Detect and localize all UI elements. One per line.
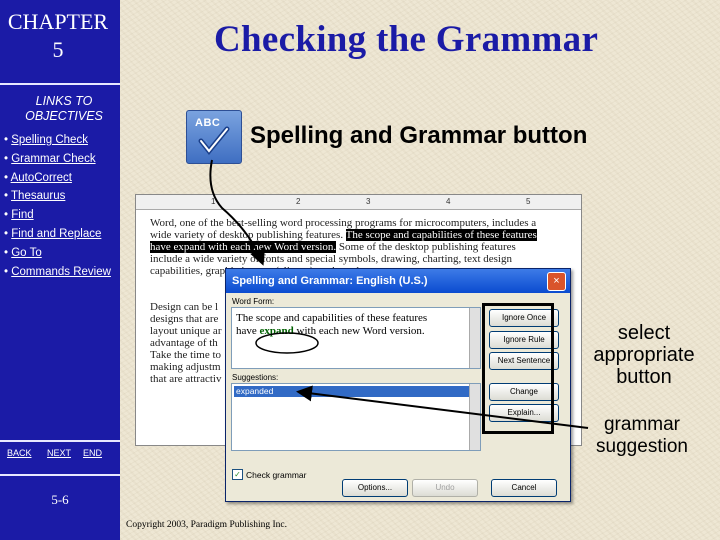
- sidebar-item-label: Spelling Check: [11, 134, 88, 146]
- sidebar-item-find[interactable]: • Find: [4, 206, 111, 225]
- button-caption: Spelling and Grammar button: [250, 122, 588, 149]
- word-form-label: Word Form:: [232, 297, 275, 306]
- close-icon[interactable]: ×: [547, 272, 566, 291]
- sidebar-item-autocorrect[interactable]: • AutoCorrect: [4, 169, 111, 188]
- chapter-number: 5: [52, 37, 64, 62]
- sidebar-item-label: Thesaurus: [11, 190, 66, 203]
- next-button[interactable]: NEXT: [47, 448, 71, 458]
- doc-line: Word, one of the best-selling word proce…: [150, 217, 537, 229]
- links-title: LINKS TO OBJECTIVES: [0, 94, 128, 124]
- page-number: 5-6: [51, 492, 69, 507]
- sidebar-item-thesaurus[interactable]: • Thesaurus: [4, 187, 111, 206]
- sidebar-item-label: Commands Review: [11, 265, 111, 278]
- word-form-textbox[interactable]: The scope and capabilities of these feat…: [231, 307, 481, 369]
- sidebar-item-find-and-replace[interactable]: • Find and Replace: [4, 225, 111, 244]
- buttons-callout-box: [482, 303, 554, 434]
- note-line: button: [616, 366, 672, 388]
- select-button-note: select appropriate button: [580, 322, 708, 388]
- suggestions-list[interactable]: expanded: [231, 383, 481, 451]
- note-line: select: [617, 322, 671, 344]
- sidebar-item-label: AutoCorrect: [10, 171, 72, 184]
- suggestions-scrollbar[interactable]: [469, 384, 480, 450]
- links-title-line1: LINKS TO: [35, 94, 93, 108]
- ruler-tick: 3: [366, 197, 371, 206]
- flagged-word-circle: [255, 332, 319, 354]
- sidebar-item-label: Grammar Check: [11, 152, 96, 165]
- chapter-word: CHAPTER: [7, 9, 109, 34]
- copyright: Copyright 2003, Paradigm Publishing Inc.: [126, 520, 287, 530]
- sidebar-item-commands-review[interactable]: • Commands Review: [4, 263, 111, 282]
- highlighted-sentence: The scope and capabilities of these feat…: [345, 229, 537, 241]
- suggestion-item[interactable]: expanded: [234, 386, 472, 397]
- note-line: suggestion: [596, 436, 688, 457]
- doc-line: wide variety of desktop publishing featu…: [150, 229, 537, 241]
- undo-button[interactable]: Undo: [412, 479, 478, 497]
- dialog-title: Spelling and Grammar: English (U.S.): [226, 269, 570, 293]
- ruler: 1 2 3 4 5: [136, 195, 581, 210]
- sidebar: CHAPTER 5 LINKS TO OBJECTIVES • Spelling…: [0, 0, 120, 540]
- spelling-grammar-button-icon: ABC: [186, 110, 242, 164]
- sidebar-divider: [0, 83, 120, 85]
- checkmark-icon: [198, 126, 230, 155]
- ruler-tick: 1: [211, 197, 216, 206]
- sidebar-item-label: Find and Replace: [11, 227, 102, 240]
- sidebar-item-label: Go To: [11, 246, 42, 259]
- sidebar-item-label: Find: [11, 209, 34, 222]
- check-grammar-label: Check grammar: [246, 469, 307, 480]
- checkbox-check-icon[interactable]: ✓: [232, 469, 243, 480]
- doc-line: include a wide variety of fonts and spec…: [150, 253, 512, 265]
- objectives-nav: • Spelling Check • Grammar Check • AutoC…: [4, 131, 111, 281]
- links-title-line2: OBJECTIVES: [25, 109, 103, 123]
- suggestions-label: Suggestions:: [232, 373, 279, 382]
- textbox-scrollbar[interactable]: [469, 308, 480, 368]
- sidebar-divider-bottom: [0, 440, 120, 442]
- sidebar-item-grammar-check[interactable]: • Grammar Check: [4, 150, 111, 169]
- cancel-button[interactable]: Cancel: [491, 479, 557, 497]
- back-button[interactable]: BACK: [7, 448, 32, 458]
- doc-line: have expand with each new Word version. …: [150, 241, 516, 253]
- sidebar-item-spelling-check[interactable]: • Spelling Check: [4, 131, 111, 150]
- note-line: grammar: [603, 414, 680, 435]
- end-button[interactable]: END: [83, 448, 102, 458]
- ruler-tick: 5: [526, 197, 531, 206]
- sidebar-divider-footer: [0, 474, 120, 476]
- word-form-line1: The scope and capabilities of these feat…: [236, 312, 428, 324]
- ruler-tick: 2: [296, 197, 301, 206]
- grammar-suggestion-note: grammar suggestion: [578, 414, 706, 458]
- note-line: appropriate: [593, 344, 695, 366]
- sidebar-item-go-to[interactable]: • Go To: [4, 244, 111, 263]
- options-button[interactable]: Options...: [342, 479, 408, 497]
- chapter-label: CHAPTER 5: [0, 8, 116, 64]
- ruler-tick: 4: [446, 197, 451, 206]
- highlighted-sentence: have expand with each new Word version.: [150, 241, 337, 253]
- check-grammar-checkbox[interactable]: ✓ Check grammar: [232, 469, 306, 480]
- slide-title: Checking the Grammar: [214, 19, 599, 60]
